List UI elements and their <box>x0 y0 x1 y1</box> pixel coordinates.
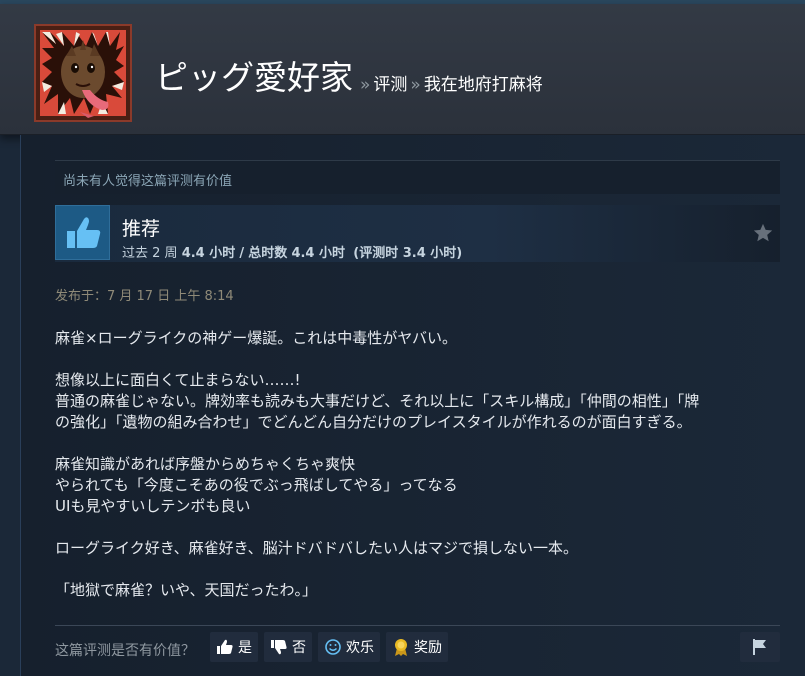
review-line: 想像以上に面白くて止まらない……! <box>55 371 301 389</box>
review-line: UIも見やすいしテンポも良い <box>55 497 251 515</box>
review-line: ローグライク好き、麻雀好き、脳汁ドバドバしたい人はマジで損しない一本。 <box>55 539 579 557</box>
review-verdict: 推荐 <box>122 218 161 240</box>
breadcrumb-separator: » <box>410 75 421 95</box>
playtime-divider: / <box>239 246 245 261</box>
recommendation-box: 推荐 过去 2 周 4.4 小时 / 总时数 4.4 小时 (评测时 3.4 小… <box>55 205 780 262</box>
review-line: 麻雀知識があれば序盤からめちゃくちゃ爽快 <box>55 455 356 473</box>
flag-icon <box>753 639 766 655</box>
playtime-summary: 过去 2 周 4.4 小时 / 总时数 4.4 小时 (评测时 3.4 小时) <box>122 242 462 261</box>
award-ribbon-icon <box>391 637 411 657</box>
report-flag-button[interactable] <box>740 632 780 662</box>
breadcrumb: » 评测» 我在地府打麻将 <box>357 70 543 95</box>
smiley-icon <box>323 637 343 657</box>
profile-header: ピッグ愛好家 » 评测» 我在地府打麻将 <box>0 4 805 135</box>
thumbs-up-small-icon <box>215 637 235 657</box>
thumbs-down-small-icon <box>269 637 289 657</box>
playtime-total-hours: 4.4 小时 <box>291 246 345 261</box>
award-button[interactable]: 奖励 <box>386 632 448 662</box>
breadcrumb-separator: » <box>360 75 371 95</box>
review-line: の強化」「遺物の組み合わせ」でどんどん自分だけのプレイスタイルが作れるのが面白す… <box>55 413 692 431</box>
vote-yes-button[interactable]: 是 <box>210 632 258 662</box>
helpful-question: 这篇评测是否有价值？ <box>55 643 195 659</box>
breadcrumb-game-link[interactable]: 我在地府打麻将 <box>424 75 543 95</box>
playtime-total-prefix: 总时数 <box>248 246 288 261</box>
review-line: やられても「今度こそあの役でぶっ飛ばしてやる」ってなる <box>55 476 458 494</box>
vote-no-label: 否 <box>292 640 306 656</box>
vote-no-button[interactable]: 否 <box>264 632 312 662</box>
review-text: 麻雀×ローグライクの神ゲー爆誕。これは中毒性がヤバい。 想像以上に面白くて止まら… <box>55 328 780 601</box>
breadcrumb-reviews-link[interactable]: 评测 <box>373 75 407 95</box>
posted-date: 发布于：7 月 17 日 上午 8:14 <box>55 289 234 304</box>
award-label: 奖励 <box>414 640 442 656</box>
playtime-at-review: (评测时 3.4 小时) <box>353 246 463 261</box>
helpful-status: 尚未有人觉得这篇评测有价值 <box>55 160 780 194</box>
review-line: 麻雀×ローグライクの神ゲー爆誕。これは中毒性がヤバい。 <box>55 329 457 347</box>
avatar-image <box>36 26 130 120</box>
avatar[interactable] <box>34 24 132 122</box>
review-line: 「地獄で麻雀？いや、天国だったわ。」 <box>55 581 318 599</box>
star-icon[interactable] <box>752 222 774 244</box>
playtime-recent-hours: 4.4 小时 <box>181 246 236 261</box>
playtime-recent-prefix: 过去 2 周 <box>122 246 178 261</box>
footer-divider <box>55 625 780 626</box>
thumbs-up-icon <box>55 205 110 260</box>
vote-funny-label: 欢乐 <box>346 640 374 656</box>
vote-funny-button[interactable]: 欢乐 <box>318 632 380 662</box>
vote-yes-label: 是 <box>238 640 252 656</box>
review-line: 普通の麻雀じゃない。牌効率も読みも大事だけど、それ以上に「スキル構成」「仲間の相… <box>55 392 700 410</box>
persona-name[interactable]: ピッグ愛好家 <box>155 51 353 99</box>
